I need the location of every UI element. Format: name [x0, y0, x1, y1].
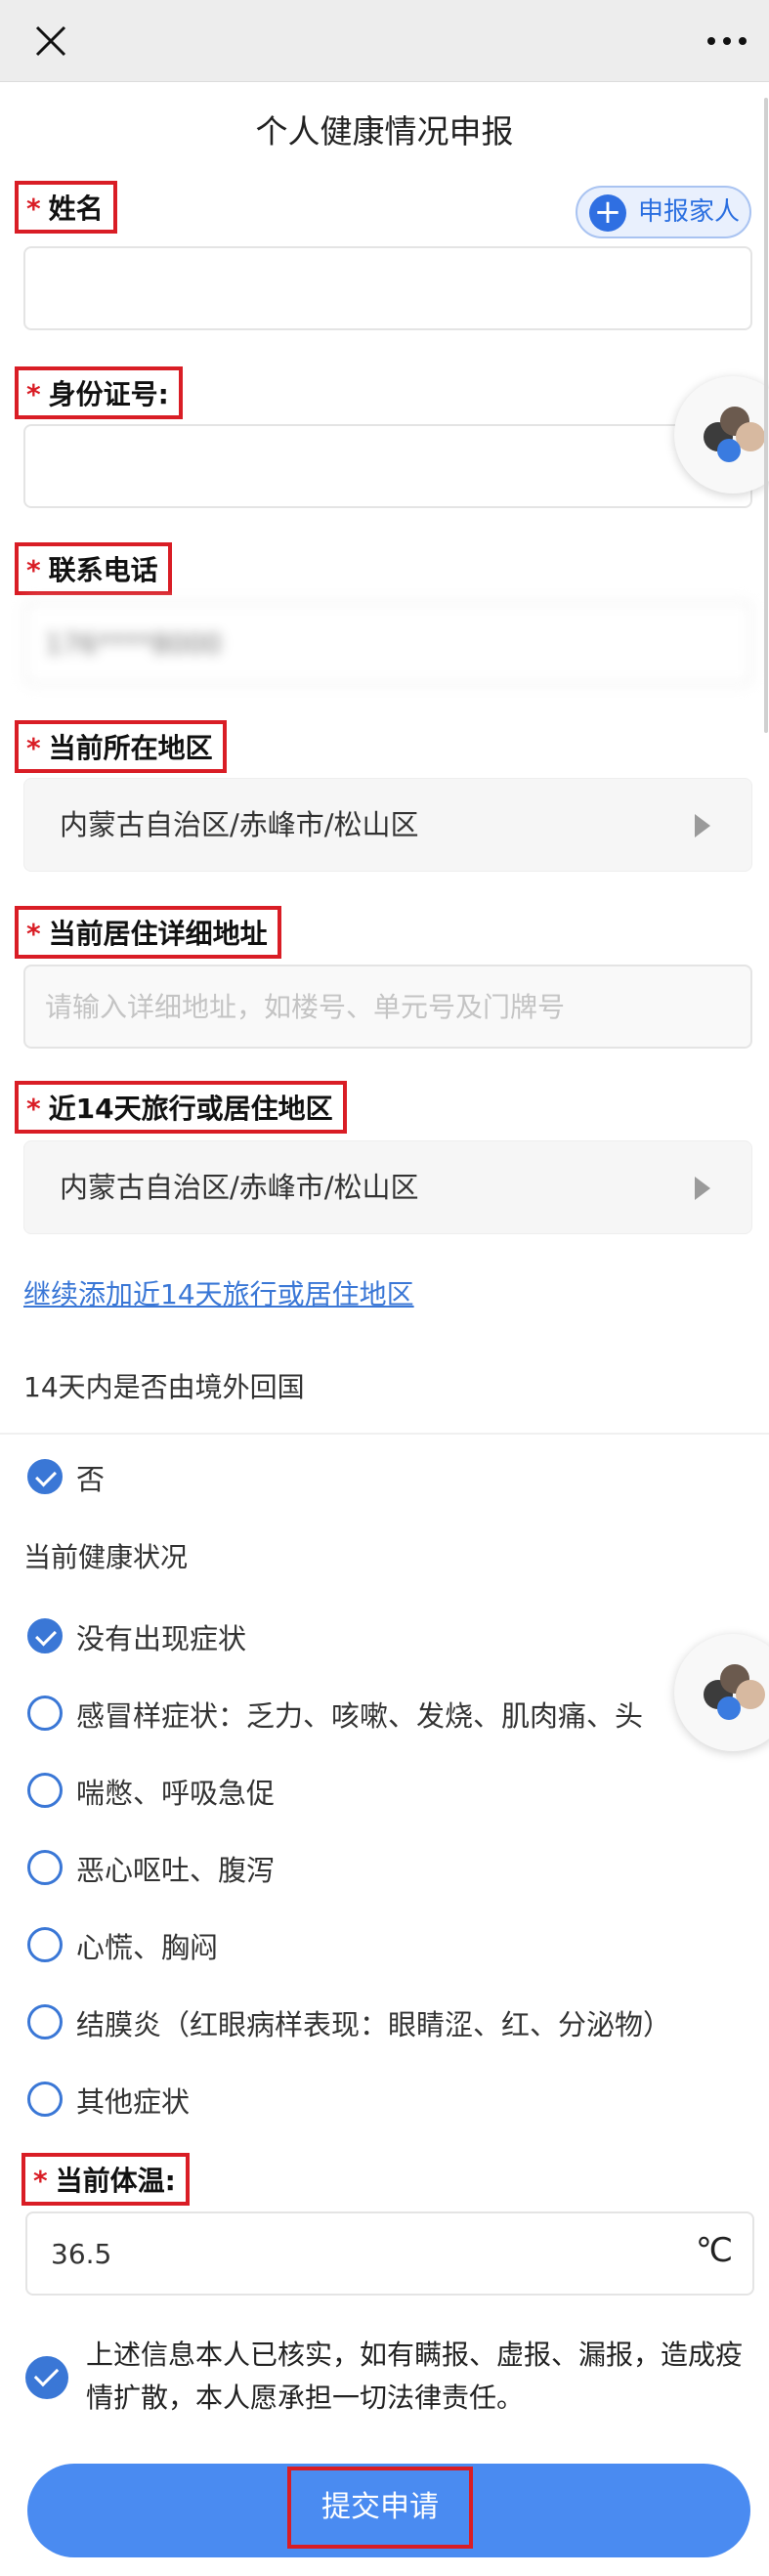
required-star: * [33, 2165, 48, 2197]
submit-button-label[interactable]: 提交申请 [287, 2467, 473, 2549]
required-star: * [26, 378, 41, 410]
required-star: * [26, 918, 41, 950]
id-number-input[interactable] [23, 424, 752, 508]
option-label: 心慌、胸闷 [76, 1931, 219, 1964]
temperature-label: * 当前体温: [21, 2153, 190, 2206]
required-star: * [26, 554, 41, 586]
add-travel-region-link[interactable]: 继续添加近14天旅行或居住地区 [23, 1273, 414, 1312]
triangle-right-icon [695, 814, 710, 837]
phone-input[interactable] [23, 601, 752, 685]
id-number-label: * 身份证号: [15, 366, 183, 419]
health-status-label: 当前健康状况 [23, 1541, 189, 1573]
radio-icon [27, 1696, 63, 1731]
option-label: 结膜炎（红眼病样表现：眼睛涩、红、分泌物） [76, 2008, 672, 2041]
address-label: * 当前居住详细地址 [15, 906, 281, 959]
required-star: * [26, 193, 41, 225]
page-title: 个人健康情况申报 [255, 112, 514, 150]
report-family-button[interactable]: + 申报家人 [576, 186, 751, 238]
id-number-label-text: 身份证号: [48, 378, 169, 410]
agreement-checkbox[interactable] [25, 2356, 68, 2399]
travel-region-label-text: 近14天旅行或居住地区 [48, 1093, 333, 1125]
travel-region-label: * 近14天旅行或居住地区 [15, 1081, 347, 1134]
option-label: 没有出现症状 [76, 1622, 247, 1655]
triangle-right-icon [695, 1177, 710, 1200]
current-region-label: * 当前所在地区 [15, 720, 227, 773]
checked-radio-icon [27, 1618, 63, 1653]
celsius-unit: ℃ [695, 2231, 733, 2270]
more-icon[interactable] [705, 27, 748, 55]
floating-avatar-widget[interactable] [674, 1634, 769, 1751]
avatar-group-icon [704, 1664, 765, 1720]
required-star: * [26, 1093, 41, 1125]
radio-icon [27, 1773, 63, 1808]
option-label: 恶心呕吐、腹泻 [76, 1854, 276, 1887]
option-label: 感冒样症状：乏力、咳嗽、发烧、肌肉痛、头 [76, 1699, 644, 1733]
current-region-value: 内蒙古自治区/赤峰市/松山区 [60, 808, 419, 841]
radio-icon [27, 1927, 63, 1962]
required-star: * [26, 732, 41, 764]
radio-icon [27, 2004, 63, 2039]
close-icon[interactable] [31, 21, 70, 61]
checked-radio-icon [27, 1459, 63, 1494]
divider [0, 1433, 769, 1435]
travel-region-value: 内蒙古自治区/赤峰市/松山区 [60, 1171, 419, 1204]
name-input[interactable] [23, 246, 752, 330]
name-label-text: 姓名 [48, 193, 104, 225]
current-region-select[interactable]: 内蒙古自治区/赤峰市/松山区 [23, 778, 752, 872]
report-family-label: 申报家人 [638, 197, 741, 227]
abroad-question: 14天内是否由境外回国 [23, 1371, 305, 1403]
travel-region-select[interactable]: 内蒙古自治区/赤峰市/松山区 [23, 1140, 752, 1234]
option-label: 其他症状 [76, 2085, 191, 2119]
floating-avatar-widget[interactable] [674, 376, 769, 494]
name-label: * 姓名 [15, 181, 117, 234]
plus-circle-icon: + [589, 194, 626, 232]
scrollbar[interactable] [764, 98, 768, 733]
current-region-label-text: 当前所在地区 [48, 732, 213, 764]
option-label: 喘憋、呼吸急促 [76, 1777, 276, 1810]
agreement-text: 上述信息本人已核实，如有瞒报、虚报、漏报，造成疫情扩散，本人愿承担一切法律责任。 [86, 2339, 744, 2414]
temperature-label-text: 当前体温: [55, 2165, 176, 2197]
option-label: 否 [76, 1463, 106, 1496]
phone-label-text: 联系电话 [48, 554, 158, 586]
top-bar [0, 0, 769, 82]
address-input[interactable] [23, 965, 752, 1049]
phone-label: * 联系电话 [15, 542, 172, 595]
avatar-group-icon [704, 407, 765, 462]
temperature-field: ℃ [25, 2211, 754, 2296]
radio-icon [27, 2082, 63, 2117]
address-label-text: 当前居住详细地址 [48, 918, 268, 950]
radio-icon [27, 1850, 63, 1885]
temperature-input[interactable] [25, 2211, 754, 2296]
